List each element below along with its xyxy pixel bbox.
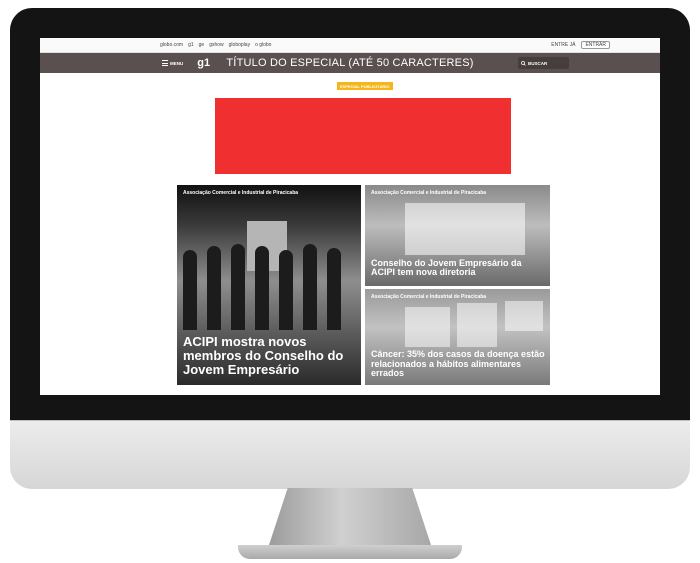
card-headline[interactable]: Conselho do Jovem Empresário da ACIPI te… (371, 258, 546, 278)
photo-person (279, 250, 293, 330)
card-category-label: Associação Comercial e Industrial de Pir… (183, 190, 299, 196)
site-header: MENU g1 TÍTULO DO ESPECIAL (ATÉ 50 CARAC… (40, 53, 660, 73)
search-icon (521, 60, 526, 66)
card-photo-poster (405, 307, 450, 347)
card-photo-poster (505, 301, 543, 331)
monitor-stand-base (238, 545, 462, 559)
login-area: ENTRE JÁ ENTRAR (551, 41, 610, 49)
search-label: BUSCAR (528, 60, 548, 66)
link-g1[interactable]: g1 (188, 42, 194, 48)
photo-person (303, 244, 317, 330)
link-o-globo[interactable]: o globo (255, 42, 271, 48)
search-button[interactable]: BUSCAR (518, 57, 569, 69)
card-category-label: Associação Comercial e Industrial de Pir… (371, 190, 487, 196)
screen: globo.com g1 ge gshow globoplay o globo … (40, 38, 660, 395)
globo-links: globo.com g1 ge gshow globoplay o globo (160, 42, 271, 48)
card-headline[interactable]: ACIPI mostra novos membros do Conselho d… (183, 334, 355, 377)
login-button[interactable]: ENTRAR (581, 41, 610, 49)
globo-top-bar: globo.com g1 ge gshow globoplay o globo … (40, 38, 660, 53)
photo-person (231, 244, 245, 330)
photo-person (327, 248, 341, 330)
photo-person (207, 246, 221, 330)
login-hint: ENTRE JÁ (551, 42, 576, 48)
card-photo-document (405, 203, 525, 255)
monitor-stand-neck (268, 488, 432, 548)
link-globo-com[interactable]: globo.com (160, 42, 183, 48)
news-card-secondary[interactable]: Associação Comercial e Industrial de Pir… (365, 185, 550, 286)
photo-person (255, 246, 269, 330)
link-gshow[interactable]: gshow (209, 42, 223, 48)
photo-person (183, 250, 197, 330)
link-ge[interactable]: ge (199, 42, 205, 48)
news-card-main[interactable]: Associação Comercial e Industrial de Pir… (177, 185, 361, 385)
monitor-chin (10, 420, 690, 489)
news-card-tertiary[interactable]: Associação Comercial e Industrial de Pir… (365, 289, 550, 385)
card-photo-poster (457, 303, 497, 347)
card-category-label: Associação Comercial e Industrial de Pir… (371, 294, 487, 300)
card-headline[interactable]: Câncer: 35% dos casos da doença estão re… (371, 349, 546, 379)
sponsored-badge: ESPECIAL PUBLICITÁRIO (337, 82, 393, 90)
link-globoplay[interactable]: globoplay (229, 42, 250, 48)
ad-banner[interactable] (215, 98, 511, 174)
